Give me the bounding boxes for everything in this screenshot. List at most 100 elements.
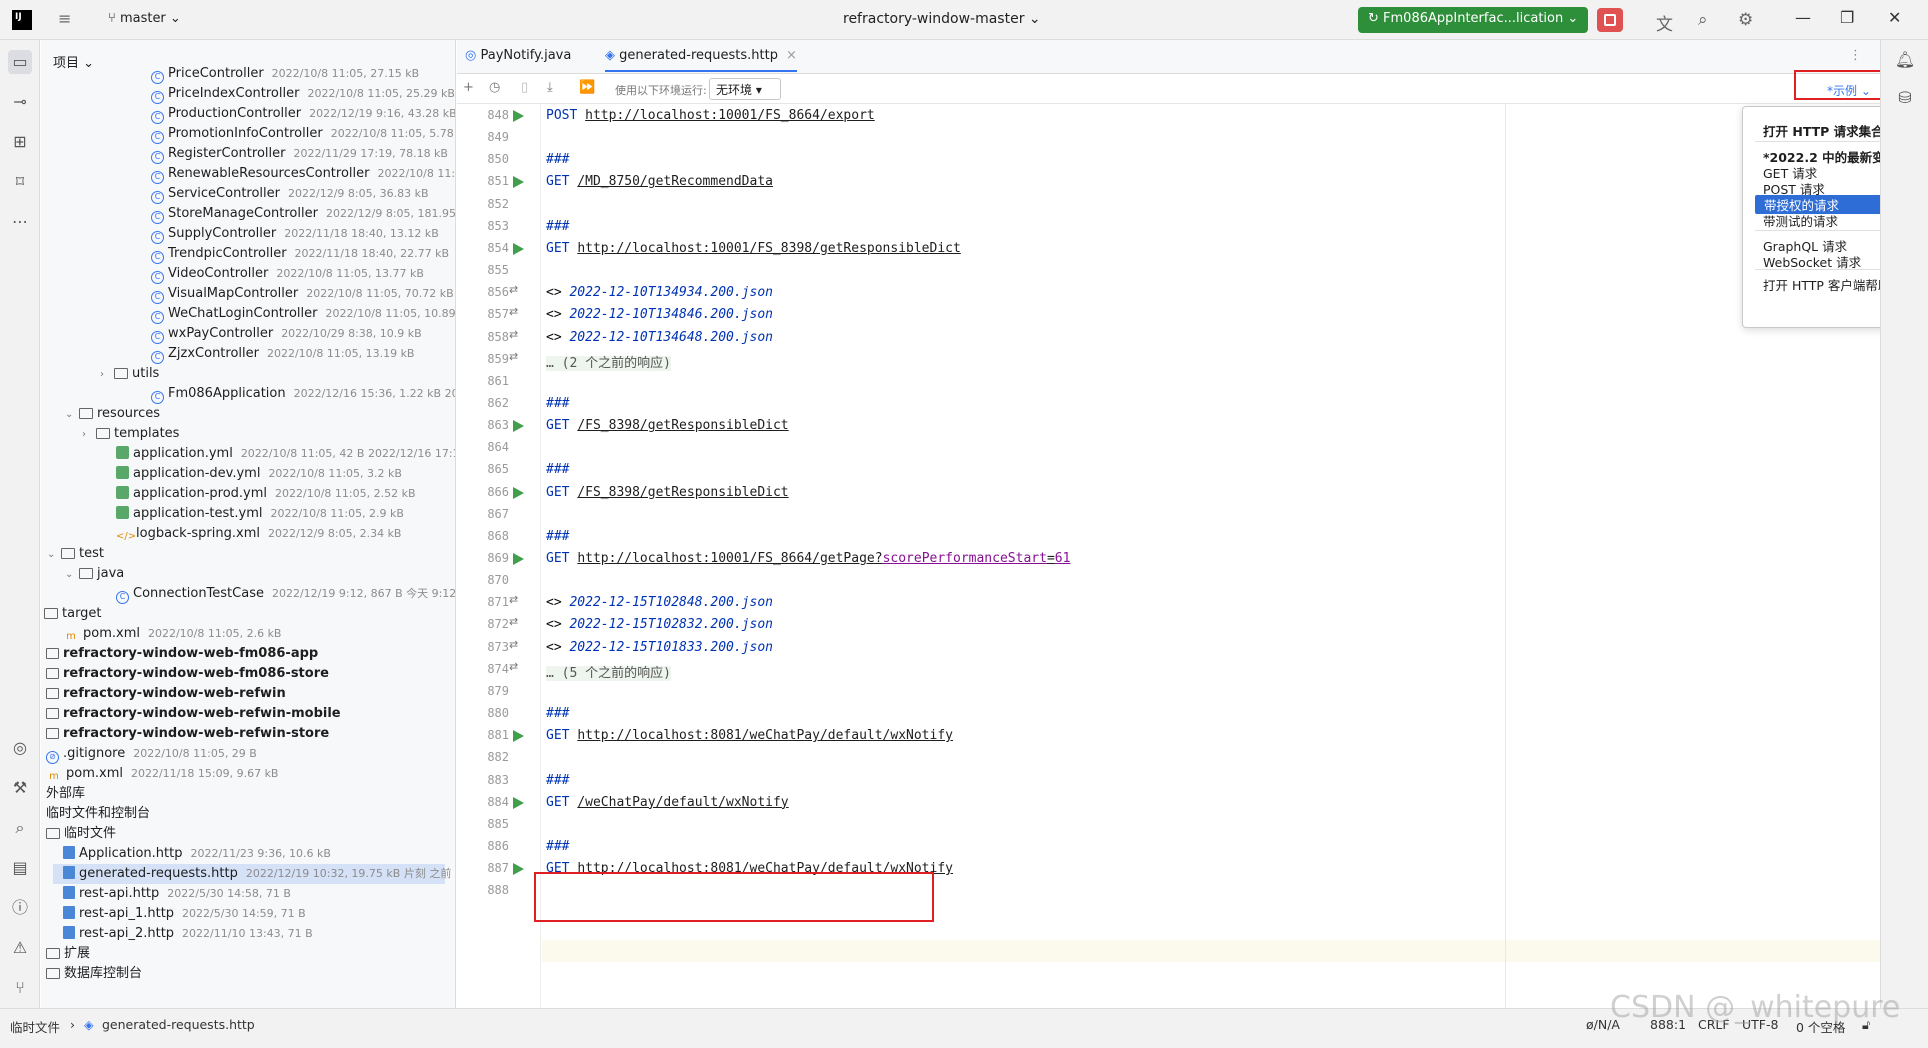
tree-item[interactable]: 临时文件和控制台 xyxy=(46,804,150,824)
expand-arrow-icon[interactable]: › xyxy=(82,425,96,445)
run-request-icon[interactable] xyxy=(513,863,524,876)
tree-item[interactable]: ›target xyxy=(41,604,102,624)
search-icon[interactable]: ⌕ xyxy=(1698,10,1708,30)
tree-item[interactable]: m pom.xml 2022/11/18 15:09, 9.67 kB xyxy=(46,764,278,784)
code-token-url[interactable]: /weChatPay/default/wxNotify xyxy=(577,795,788,810)
code-token-resp[interactable]: 2022-12-10T134934.200.json xyxy=(569,285,773,300)
run-request-icon[interactable] xyxy=(513,730,524,743)
project-tool-icon[interactable]: ▭ xyxy=(8,50,32,74)
code-line[interactable]: <> 2022-12-15T101833.200.json xyxy=(546,640,773,655)
code-token-url[interactable]: /FS_8398/getResponsibleDict xyxy=(577,418,788,433)
code-line[interactable]: ### xyxy=(546,152,569,167)
tree-item[interactable]: C TrendpicController 2022/11/18 18:40, 22.… xyxy=(151,244,449,264)
code-line[interactable]: ### xyxy=(546,839,569,854)
code-line[interactable]: ### xyxy=(546,219,569,234)
services-tool-icon[interactable]: ◎ xyxy=(8,736,32,760)
tree-item[interactable]: C PriceController 2022/10/8 11:05, 27.15 k… xyxy=(151,64,419,84)
tree-item[interactable]: application-prod.yml 2022/10/8 11:05, 2.5… xyxy=(116,484,416,504)
import-icon[interactable]: ⤓ xyxy=(547,80,553,95)
tree-item[interactable]: CwxPayController 2022/10/29 8:38, 10.9 kB xyxy=(151,324,422,344)
more-tools-icon[interactable]: ⋯ xyxy=(8,210,32,234)
code-token-url[interactable]: http://localhost:10001/FS_8664/export xyxy=(585,108,875,123)
database-icon[interactable]: ⛁ xyxy=(1893,86,1917,110)
run-request-icon[interactable] xyxy=(513,420,524,433)
minimize-button[interactable]: — xyxy=(1795,8,1811,27)
tree-item[interactable]: C PriceIndexController 2022/10/8 11:05, 25… xyxy=(151,84,455,104)
intellij-logo-icon[interactable]: IJ xyxy=(12,10,32,30)
code-line[interactable]: ### xyxy=(546,773,569,788)
build-tool-icon[interactable]: ⚒ xyxy=(8,776,32,800)
run-request-icon[interactable] xyxy=(513,176,524,189)
tree-item[interactable]: ⌄ resources xyxy=(65,404,160,424)
settings-gear-icon[interactable]: ⚙ xyxy=(1738,10,1753,30)
expand-arrow-icon[interactable]: ⌄ xyxy=(65,565,79,585)
tree-item[interactable]: ⌄ java xyxy=(65,564,124,584)
code-line[interactable]: <> 2022-12-10T134648.200.json xyxy=(546,330,773,345)
tree-item[interactable]: C ServiceController 2022/12/9 8:05, 36.83 … xyxy=(151,184,429,204)
tree-item[interactable]: refractory-window-web-refwin-store xyxy=(46,724,329,744)
code-line[interactable]: <> 2022-12-10T134934.200.json xyxy=(546,285,773,300)
tab-options-icon[interactable]: ⋮ xyxy=(1849,48,1862,63)
git-tool-icon[interactable]: ⑂ xyxy=(8,976,32,1000)
tree-item[interactable]: 外部库 xyxy=(46,784,85,804)
tree-item[interactable]: application.yml 2022/10/8 11:05, 42 B 202… xyxy=(116,444,455,464)
environment-select[interactable]: 无环境 ▾ xyxy=(709,78,781,100)
tree-item[interactable]: C StoreManageController 2022/12/9 8:05, 18… xyxy=(151,204,455,224)
code-line[interactable]: <> 2022-12-10T134846.200.json xyxy=(546,307,773,322)
vcs-branch-widget[interactable]: ⑂ master ⌄ xyxy=(108,11,181,26)
tree-item[interactable]: application-test.yml 2022/10/8 11:05, 2.9… xyxy=(116,504,404,524)
close-tab-icon[interactable]: × xyxy=(786,48,797,63)
run-request-icon[interactable] xyxy=(513,110,524,122)
project-title[interactable]: refractory-window-master ⌄ xyxy=(843,11,1041,27)
code-token-url[interactable]: /FS_8398/getResponsibleDict xyxy=(577,485,788,500)
stop-button[interactable] xyxy=(1597,8,1623,32)
tree-item[interactable]: m pom.xml 2022/10/8 11:05, 2.6 kB xyxy=(63,624,281,644)
tree-item[interactable]: 临时文件 xyxy=(46,824,116,844)
tree-item[interactable]: rest-api_1.http 2022/5/30 14:59, 71 B xyxy=(63,904,306,924)
popup-item[interactable]: 打开 HTTP 客户端帮助 xyxy=(1763,275,1890,294)
code-line[interactable]: ### xyxy=(546,529,569,544)
history-icon[interactable]: ◷ xyxy=(489,80,500,95)
code-token-url[interactable]: /MD_8750/getRecommendData xyxy=(577,174,773,189)
code-token-fold[interactable]: … (2 个之前的响应) xyxy=(546,355,671,371)
run-request-icon[interactable] xyxy=(513,553,524,565)
tree-item[interactable]: application-dev.yml 2022/10/8 11:05, 3.2 … xyxy=(116,464,402,484)
tree-item[interactable]: C RegisterController 2022/11/29 17:19, 78.… xyxy=(151,144,448,164)
code-token-url[interactable]: = xyxy=(1047,551,1055,566)
code-line[interactable]: GET /MD_8750/getRecommendData xyxy=(546,174,773,189)
code-line[interactable]: GET http://localhost:10001/FS_8398/getRe… xyxy=(546,241,961,256)
main-menu-icon[interactable]: ≡ xyxy=(58,11,76,28)
tree-item[interactable]: refractory-window-web-refwin-mobile xyxy=(46,704,341,724)
expand-arrow-icon[interactable]: ⌄ xyxy=(65,405,79,425)
tree-item[interactable]: 扩展 xyxy=(46,944,90,964)
tree-item[interactable]: ⌄ test xyxy=(47,544,104,564)
tree-item[interactable]: refractory-window-web-fm086-store xyxy=(46,664,329,684)
breadcrumb-file[interactable]: generated-requests.http xyxy=(102,1017,255,1032)
tree-item[interactable]: C ConnectionTestCase 2022/12/19 9:12, 867 … xyxy=(116,584,455,604)
run-request-icon[interactable] xyxy=(513,242,524,255)
code-line[interactable]: GET /FS_8398/getResponsibleDict xyxy=(546,418,789,433)
tree-item[interactable]: Application.http 2022/11/23 9:36, 10.6 kB xyxy=(63,844,331,864)
code-line[interactable]: ### xyxy=(546,462,569,477)
tree-item[interactable]: › templates xyxy=(82,424,179,444)
notifications-icon[interactable]: 🔔︎ xyxy=(1893,48,1917,72)
run-request-icon[interactable] xyxy=(513,796,524,809)
tree-item[interactable]: 数据库控制台 xyxy=(46,964,142,984)
code-line[interactable]: <> 2022-12-15T102848.200.json xyxy=(546,595,773,610)
expand-arrow-icon[interactable]: › xyxy=(100,365,114,385)
tree-item[interactable]: C RenewableResourcesController 2022/10/8 1… xyxy=(151,164,455,184)
bookmarks-tool-icon[interactable]: ⌑ xyxy=(8,170,32,194)
terminal-tool-icon[interactable]: ▤ xyxy=(8,856,32,880)
expand-arrow-icon[interactable]: ⌄ xyxy=(47,545,61,565)
code-token-resp[interactable]: 2022-12-15T101833.200.json xyxy=(569,640,773,655)
tree-item[interactable]: C SupplyController 2022/11/18 18:40, 13.12… xyxy=(151,224,439,244)
code-line[interactable]: … (5 个之前的响应) xyxy=(546,662,671,681)
find-tool-icon[interactable]: ⌕ xyxy=(8,816,32,840)
structure-tool-icon[interactable]: ⊞ xyxy=(8,130,32,154)
code-line[interactable]: GET http://localhost:10001/FS_8664/getPa… xyxy=(546,551,1070,566)
tab-generated-requests-http[interactable]: ◈ generated-requests.http × xyxy=(605,48,797,72)
tree-item[interactable]: refractory-window-web-fm086-app xyxy=(46,644,318,664)
code-line[interactable]: POST http://localhost:10001/FS_8664/expo… xyxy=(546,108,875,123)
run-all-icon[interactable]: ⏩ xyxy=(579,80,595,95)
tree-item[interactable]: rest-api_2.http 2022/11/10 13:43, 71 B xyxy=(63,924,313,944)
